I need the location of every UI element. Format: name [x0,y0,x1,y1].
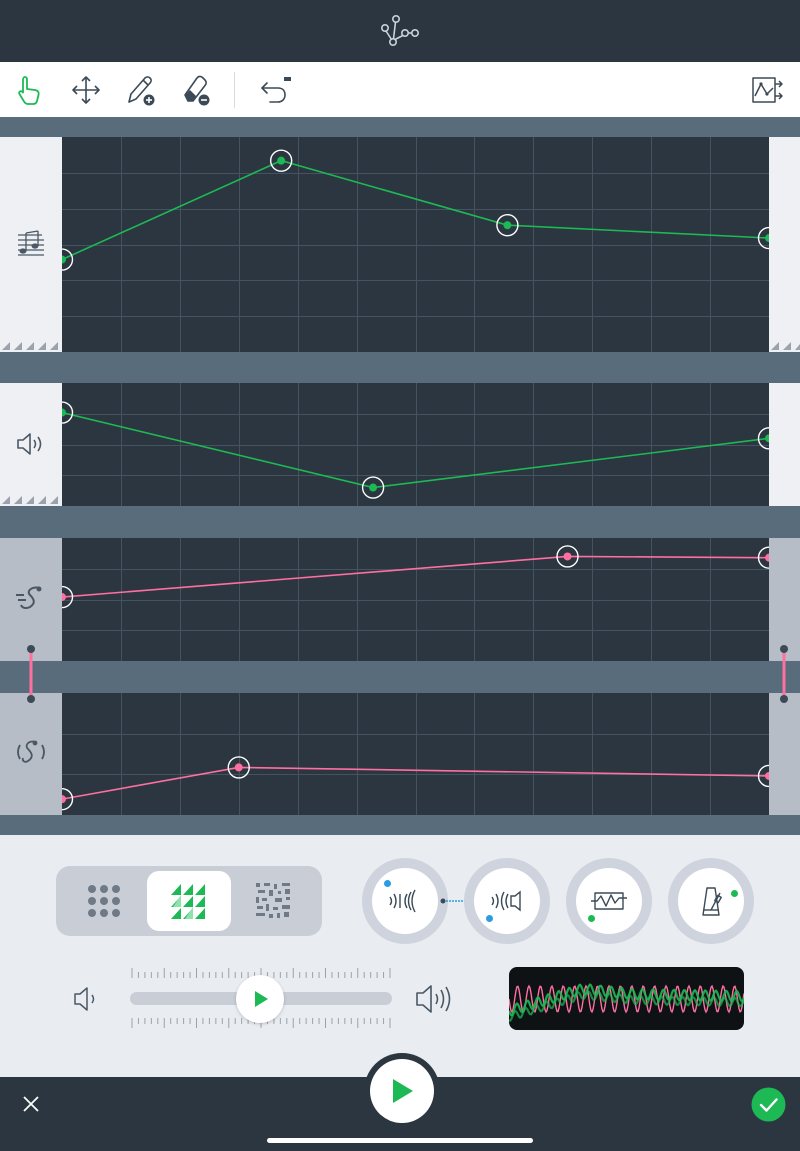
dots-grid-icon[interactable] [62,871,146,931]
shuffle-curve-icon[interactable] [746,70,790,110]
knob-metronome[interactable] [668,858,754,944]
eraser-remove-icon[interactable] [174,70,218,110]
lane-pattern-pitch [2,342,58,350]
music-notes-icon [18,230,44,256]
swirl-note-icon [16,586,42,610]
pointer-hand-icon[interactable] [9,70,53,110]
waveform-preview[interactable] [509,967,744,1030]
play-button[interactable] [364,1053,440,1129]
automation-editor [0,117,800,835]
link-handle-left[interactable] [24,643,38,705]
node-graph-icon[interactable] [380,14,420,48]
sound-in-icon [389,889,416,913]
knob-waveform[interactable] [566,858,652,944]
speaker-icon [17,433,42,455]
play-icon [393,1079,413,1103]
lane-pattern-pitch-end [771,342,800,350]
lane-end-pitch [769,137,800,352]
link-handle-right[interactable] [777,643,791,705]
speaker-high-icon [416,985,451,1013]
automation-lane-mod-a[interactable] [62,538,769,661]
lane-pattern-volume [2,496,58,504]
undo-icon[interactable] [252,70,296,110]
preview-play-button[interactable] [235,975,284,1023]
triangle-grid-icon[interactable] [147,871,231,931]
pencil-add-icon[interactable] [119,70,163,110]
speaker-low-icon [74,987,95,1011]
lane-end-volume [769,383,800,506]
automation-lane-mod-b[interactable] [62,693,769,815]
automation-lane-volume[interactable] [62,383,769,506]
move-arrows-icon[interactable] [64,70,108,110]
toolbar-divider [234,72,235,108]
close-icon[interactable] [20,1093,42,1115]
noise-grid-icon[interactable] [232,871,316,931]
checkmark-icon[interactable] [751,1087,786,1122]
waveform-box-icon [591,892,627,910]
sound-out-icon [491,890,521,912]
lane-end-mod-b [769,693,800,815]
view-mode-selector [56,866,322,936]
automation-lane-pitch[interactable] [62,137,769,352]
knob-sound-out[interactable] [464,858,550,944]
home-indicator [267,1138,533,1143]
sound-wave-note-icon [17,740,45,763]
top-bar [0,0,800,62]
metronome-icon [702,887,722,916]
knob-sound-in[interactable] [362,858,448,944]
play-icon [254,991,268,1007]
toolbar [0,62,800,117]
